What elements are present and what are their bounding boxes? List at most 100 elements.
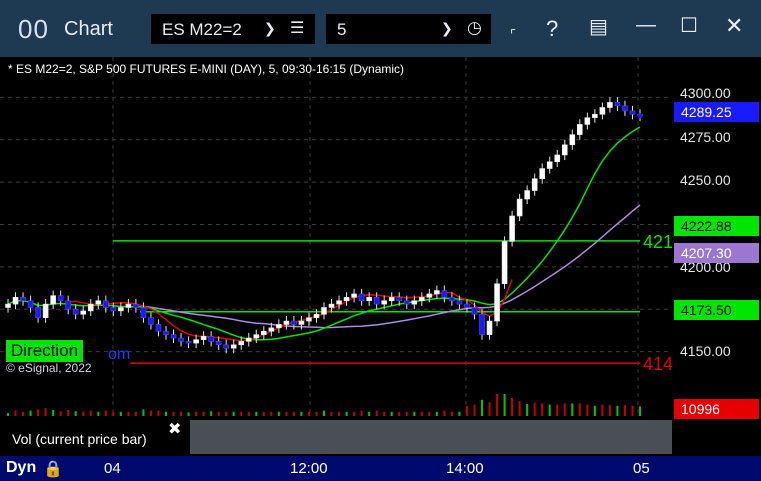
candle-body [298,320,305,325]
volume-bar [593,405,596,416]
candle-body [42,303,49,318]
chevron-down-icon[interactable]: ❯ [441,20,453,37]
candle-body [441,290,448,298]
direction-study-label[interactable]: Direction [6,340,84,362]
candle-body [238,341,245,346]
volume-bar [511,398,514,416]
volume-bar [300,411,303,416]
volume-bar [315,411,318,416]
candle-body [35,307,41,318]
candle-body [200,336,207,341]
price-chart[interactable]: 421 414 [0,57,672,456]
candle-body [486,320,493,335]
volume-bar [338,411,341,416]
candle-body [261,330,267,335]
candle-body [434,290,440,295]
candle-body [125,303,132,308]
volume-bar [383,411,386,416]
candle-body [223,344,229,349]
candle-body [306,317,312,322]
clock-icon[interactable]: ◷ [467,18,482,38]
volume-value-tag: 10996 [674,399,759,419]
red-average-line [68,279,513,342]
candle-body [50,295,56,305]
volume-bar [345,411,348,416]
layout-menu-icon[interactable]: ▤ [589,14,608,39]
candle-body [178,337,184,342]
volume-bar [563,403,566,416]
candle-body [419,297,425,302]
volume-bar [240,411,243,416]
candle-body [253,334,260,339]
price-axis[interactable]: 4300.00 4275.00 4250.00 4200.00 4150.00 … [672,57,761,456]
candle-body [614,102,621,107]
candle-body [396,297,403,302]
volume-bar [97,411,100,416]
close-volume-icon[interactable]: ✖ [168,419,181,439]
candle-body [65,300,71,310]
pen-icon[interactable]: ⌜ [510,27,516,43]
volume-bar [488,402,491,416]
volume-bar [390,411,393,416]
candle-body [291,320,297,325]
symbol-selector[interactable]: ES M22=2 ❯ ☰ [151,14,315,44]
volume-bar [134,411,137,416]
chart-plot[interactable]: 421 414 * ES M22=2, S&P 500 FUTURES E-MIN… [0,57,672,456]
candle-body [27,300,34,308]
last-price-marker [637,113,643,119]
volume-bar [601,404,604,416]
candle-body [321,307,327,315]
time-axis[interactable]: Dyn 🔒 04 12:00 14:00 05 [0,456,761,481]
candle-body [629,110,636,115]
volume-bar [127,411,130,416]
candle-body [381,300,387,305]
volume-bar [255,411,258,416]
volume-bar [232,411,235,416]
volume-bar [435,411,438,416]
minimize-icon[interactable]: — [636,14,656,37]
volume-bar [556,404,559,416]
volume-bar [202,411,205,416]
volume-bar [165,411,167,416]
price-tick: 4275.00 [680,129,731,145]
volume-bar [473,404,476,416]
candle-body [494,283,500,322]
candle-body [373,297,380,305]
candle-body [599,107,606,115]
candle-body [561,144,568,156]
volume-bar [142,409,145,416]
last-price-tag: 4289.25 [674,102,759,122]
candle-body [464,303,470,308]
time-label: 12:00 [290,460,328,477]
volume-bar [375,410,378,416]
candle-body [471,307,478,315]
chevron-down-icon[interactable]: ❯ [264,20,276,37]
volume-bar [616,405,619,416]
volume-bar [119,411,122,416]
volume-bar [7,413,9,416]
lock-icon[interactable]: 🔒 [43,459,63,479]
candle-body [268,327,275,332]
candle-body [20,297,26,302]
help-icon[interactable]: ? [546,16,558,42]
interval-selector[interactable]: 5 ❯ ◷ [326,14,491,44]
chart-description: * ES M22=2, S&P 500 FUTURES E-MINI (DAY)… [8,62,405,76]
volume-bar [74,411,77,416]
dynamic-mode-label[interactable]: Dyn [6,459,36,477]
candle-body [283,320,290,325]
candle-body [479,313,485,335]
volume-bar [541,403,544,416]
symbol-menu-icon[interactable]: ☰ [290,18,304,38]
candle-body [403,300,410,305]
volume-bar [578,403,581,416]
volume-bar [548,404,551,416]
candle-body [140,307,147,318]
volume-bar [330,411,333,416]
volume-bar [67,410,70,416]
volume-bar [22,411,25,416]
candle-body [12,297,19,305]
title-bar: 00 Chart ES M22=2 ❯ ☰ 5 ❯ ◷ ⌜ ? ▤ — ☐ ✕ [0,0,761,57]
maximize-icon[interactable]: ☐ [680,13,698,38]
volume-bar [398,411,401,416]
close-icon[interactable]: ✕ [725,13,743,39]
